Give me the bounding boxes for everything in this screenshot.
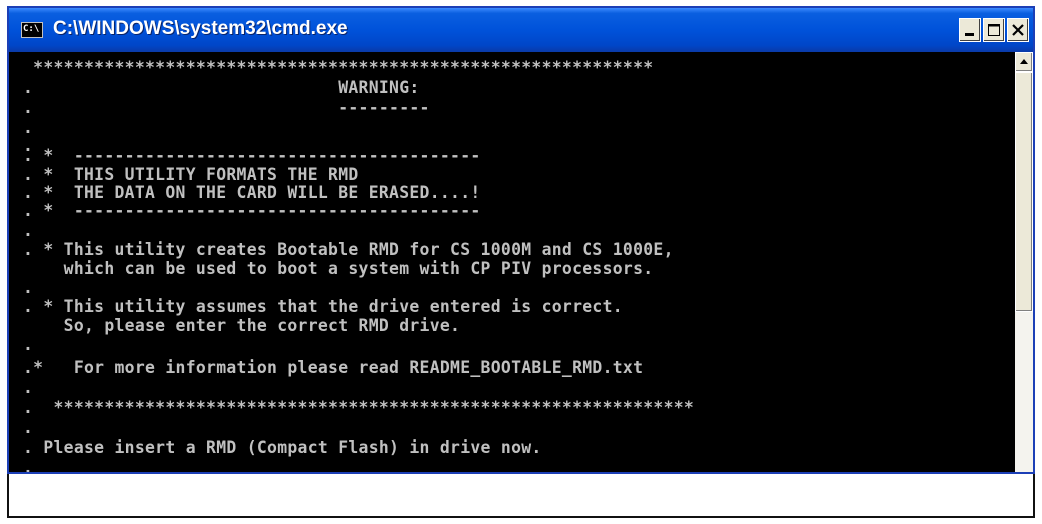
window-title: C:\WINDOWS\system32\cmd.exe xyxy=(53,18,348,39)
console-line: . xyxy=(23,118,34,137)
console-line: . xyxy=(23,378,34,397)
console-output[interactable]: ****************************************… xyxy=(9,52,1015,472)
console-line: . * THIS UTILITY FORMATS THE RMD xyxy=(23,165,359,184)
console-line: . xyxy=(23,278,34,297)
console-line: . **************************************… xyxy=(23,398,695,417)
console-line: . * This utility assumes that the drive … xyxy=(23,297,623,316)
maximize-icon xyxy=(988,24,1000,36)
cmd-window: C:\ C:\WINDOWS\system32\cmd.exe ********… xyxy=(7,6,1035,474)
minimize-icon xyxy=(965,33,974,36)
console-line: ****************************************… xyxy=(23,58,654,77)
minimize-button[interactable] xyxy=(959,18,981,42)
console-line: . Please insert a RMD (Compact Flash) in… xyxy=(23,438,542,457)
scroll-up-arrow-icon xyxy=(1020,59,1028,64)
cmd-icon-glyph: C:\ xyxy=(23,24,40,34)
maximize-button[interactable] xyxy=(983,18,1005,42)
console-line: . --------- xyxy=(23,98,430,117)
console-line: . * This utility creates Bootable RMD fo… xyxy=(23,240,674,259)
console-line: . WARNING: xyxy=(23,78,420,97)
cmd-icon[interactable]: C:\ xyxy=(21,22,43,38)
close-icon xyxy=(1012,24,1024,36)
console-line: . xyxy=(23,458,34,472)
console-line: .* For more information please read READ… xyxy=(23,358,644,377)
title-bar[interactable]: C:\ C:\WINDOWS\system32\cmd.exe xyxy=(9,8,1033,52)
close-button[interactable] xyxy=(1007,18,1029,42)
console-line: . * ------------------------------------… xyxy=(23,201,481,220)
scroll-thumb[interactable] xyxy=(1015,72,1033,312)
console-line: which can be used to boot a system with … xyxy=(23,259,654,278)
console-line: . xyxy=(23,335,34,354)
scroll-up-button[interactable] xyxy=(1015,52,1033,72)
console-line: So, please enter the correct RMD drive. xyxy=(23,316,461,335)
console-line: . xyxy=(23,221,34,240)
vertical-scrollbar[interactable] xyxy=(1015,52,1033,472)
console-line: . xyxy=(23,418,34,437)
console-line: . * THE DATA ON THE CARD WILL BE ERASED.… xyxy=(23,183,481,202)
console-line: . * ------------------------------------… xyxy=(23,146,481,165)
